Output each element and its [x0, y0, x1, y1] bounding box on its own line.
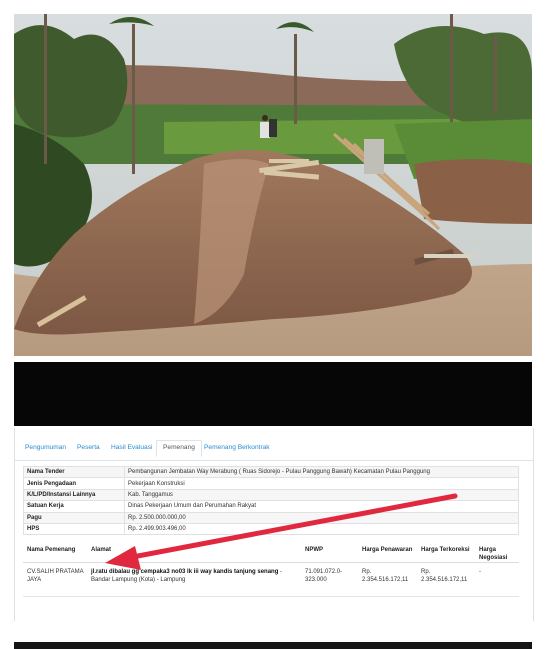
construction-photo	[14, 14, 532, 356]
construction-site-image	[14, 14, 532, 356]
tender-result-screenshot: Pengumuman Peserta Hasil Evaluasi Pemena…	[14, 428, 534, 621]
black-band	[14, 362, 532, 426]
black-bottom-band	[14, 642, 532, 649]
red-arrow-icon	[105, 493, 458, 570]
